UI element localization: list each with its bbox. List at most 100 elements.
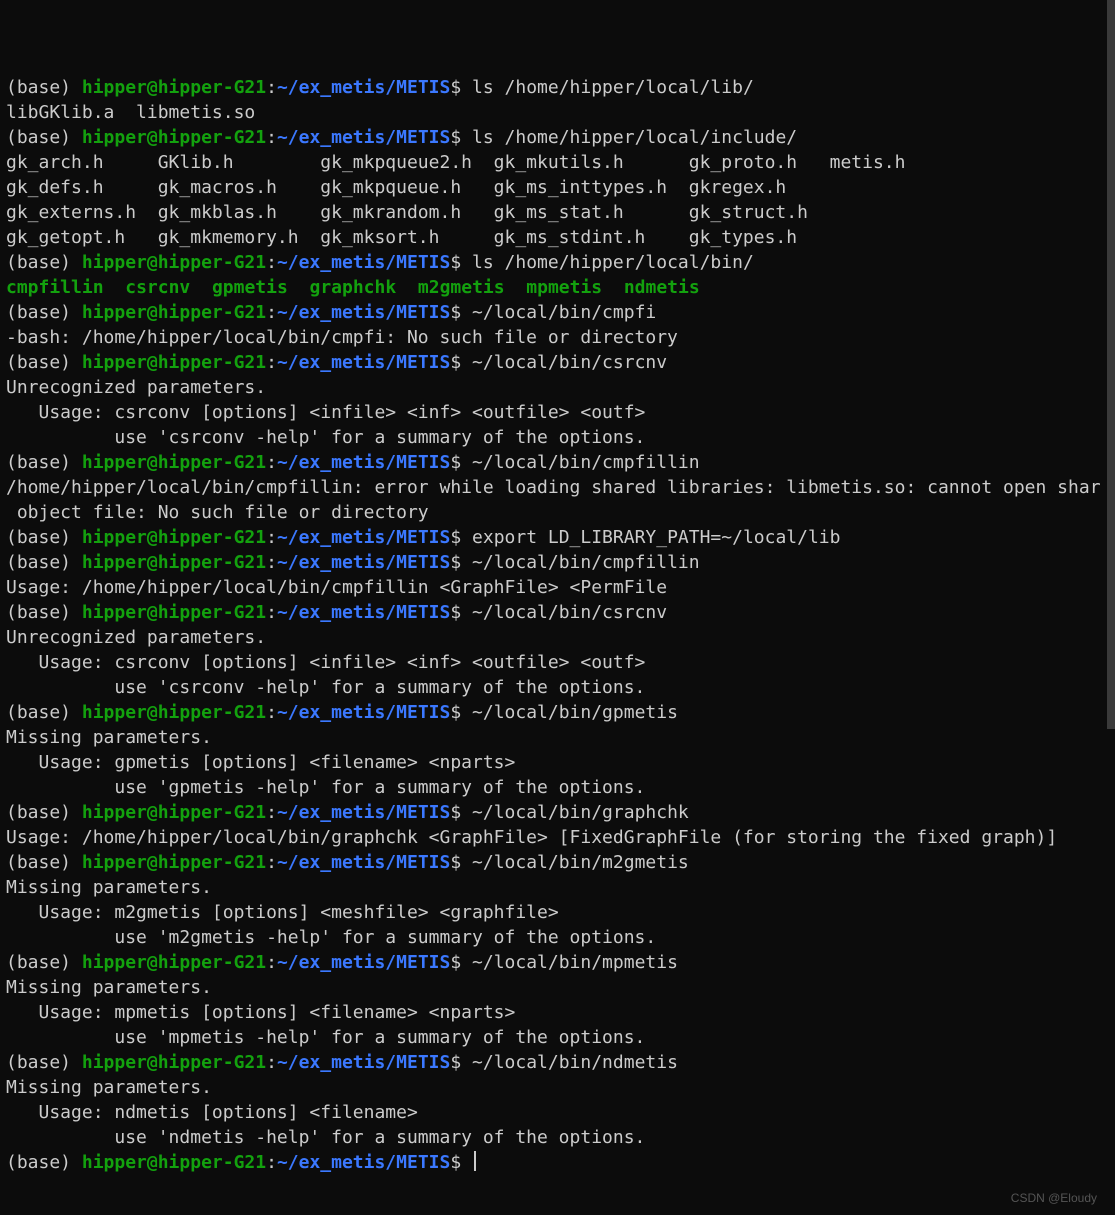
terminal-line: Usage: ndmetis [options] <filename> <box>6 1100 1109 1125</box>
prompt-user: hipper@hipper-G21 <box>82 127 266 148</box>
terminal-line: (base) hipper@hipper-G21:~/ex_metis/METI… <box>6 850 1109 875</box>
command-text[interactable]: ~/local/bin/csrcnv <box>472 602 667 623</box>
output-text: Usage: mpmetis [options] <filename> <npa… <box>6 1002 515 1023</box>
command-text[interactable]: ~/local/bin/csrcnv <box>472 352 667 373</box>
prompt-env: (base) <box>6 552 82 573</box>
output-text: Unrecognized parameters. <box>6 627 266 648</box>
terminal-line: (base) hipper@hipper-G21:~/ex_metis/METI… <box>6 950 1109 975</box>
command-text[interactable]: ~/local/bin/graphchk <box>472 802 689 823</box>
prompt-cwd: ~/ex_metis/METIS <box>277 352 450 373</box>
watermark: CSDN @Eloudy <box>1011 1186 1097 1211</box>
output-text: Usage: /home/hipper/local/bin/cmpfillin … <box>6 577 667 598</box>
separator <box>602 277 624 298</box>
prompt-user: hipper@hipper-G21 <box>82 352 266 373</box>
terminal-line: Usage: csrconv [options] <infile> <inf> … <box>6 400 1109 425</box>
terminal-line: use 'm2gmetis -help' for a summary of th… <box>6 925 1109 950</box>
terminal-line: gk_defs.h gk_macros.h gk_mkpqueue.h gk_m… <box>6 175 1109 200</box>
executable-name: m2gmetis <box>418 277 505 298</box>
output-text: use 'csrconv -help' for a summary of the… <box>6 427 645 448</box>
prompt-user: hipper@hipper-G21 <box>82 702 266 723</box>
prompt-env: (base) <box>6 127 82 148</box>
executable-name: graphchk <box>310 277 397 298</box>
terminal-line: -bash: /home/hipper/local/bin/cmpfi: No … <box>6 325 1109 350</box>
prompt-dollar: $ <box>450 527 472 548</box>
prompt-cwd: ~/ex_metis/METIS <box>277 527 450 548</box>
output-text: gk_getopt.h gk_mkmemory.h gk_mksort.h gk… <box>6 227 797 248</box>
prompt-dollar: $ <box>450 452 472 473</box>
terminal-line: Usage: /home/hipper/local/bin/graphchk <… <box>6 825 1109 850</box>
output-text: -bash: /home/hipper/local/bin/cmpfi: No … <box>6 327 678 348</box>
terminal-line: (base) hipper@hipper-G21:~/ex_metis/METI… <box>6 250 1109 275</box>
prompt-dollar: $ <box>450 77 472 98</box>
executable-name: mpmetis <box>526 277 602 298</box>
command-text[interactable]: ls /home/hipper/local/include/ <box>472 127 797 148</box>
executable-name: ndmetis <box>624 277 700 298</box>
prompt-env: (base) <box>6 527 82 548</box>
prompt-cwd: ~/ex_metis/METIS <box>277 127 450 148</box>
prompt-dollar: $ <box>450 302 472 323</box>
output-text: use 'csrconv -help' for a summary of the… <box>6 677 645 698</box>
prompt-sep: : <box>266 552 277 573</box>
prompt-cwd: ~/ex_metis/METIS <box>277 852 450 873</box>
prompt-cwd: ~/ex_metis/METIS <box>277 252 450 273</box>
terminal-line: Usage: m2gmetis [options] <meshfile> <gr… <box>6 900 1109 925</box>
command-text[interactable]: ~/local/bin/m2gmetis <box>472 852 689 873</box>
terminal-line: (base) hipper@hipper-G21:~/ex_metis/METI… <box>6 700 1109 725</box>
prompt-cwd: ~/ex_metis/METIS <box>277 702 450 723</box>
prompt-cwd: ~/ex_metis/METIS <box>277 1152 450 1173</box>
prompt-user: hipper@hipper-G21 <box>82 552 266 573</box>
prompt-sep: : <box>266 852 277 873</box>
prompt-sep: : <box>266 802 277 823</box>
output-text: use 'ndmetis -help' for a summary of the… <box>6 1127 645 1148</box>
prompt-dollar: $ <box>450 352 472 373</box>
executable-name: gpmetis <box>212 277 288 298</box>
output-text: Unrecognized parameters. <box>6 377 266 398</box>
prompt-user: hipper@hipper-G21 <box>82 602 266 623</box>
terminal-line: Unrecognized parameters. <box>6 625 1109 650</box>
prompt-sep: : <box>266 252 277 273</box>
prompt-dollar: $ <box>450 802 472 823</box>
terminal-line: use 'csrconv -help' for a summary of the… <box>6 675 1109 700</box>
command-text[interactable]: ~/local/bin/cmpfillin <box>472 552 700 573</box>
output-text: object file: No such file or directory <box>6 502 429 523</box>
prompt-cwd: ~/ex_metis/METIS <box>277 802 450 823</box>
prompt-sep: : <box>266 1152 277 1173</box>
prompt-dollar: $ <box>450 1052 472 1073</box>
command-text[interactable]: ls /home/hipper/local/bin/ <box>472 252 754 273</box>
output-text: Usage: csrconv [options] <infile> <inf> … <box>6 402 645 423</box>
terminal-line: use 'ndmetis -help' for a summary of the… <box>6 1125 1109 1150</box>
prompt-env: (base) <box>6 1052 82 1073</box>
prompt-cwd: ~/ex_metis/METIS <box>277 952 450 973</box>
command-text[interactable]: ~/local/bin/ndmetis <box>472 1052 678 1073</box>
output-text: Usage: m2gmetis [options] <meshfile> <gr… <box>6 902 559 923</box>
command-text[interactable]: ~/local/bin/gpmetis <box>472 702 678 723</box>
scrollbar-thumb[interactable] <box>1107 0 1115 729</box>
separator <box>505 277 527 298</box>
prompt-sep: : <box>266 527 277 548</box>
terminal-window[interactable]: CSDN @Eloudy (base) hipper@hipper-G21:~/… <box>0 0 1115 1215</box>
command-text[interactable]: export LD_LIBRARY_PATH=~/local/lib <box>472 527 840 548</box>
scrollbar[interactable] <box>1101 0 1115 1215</box>
terminal-line: (base) hipper@hipper-G21:~/ex_metis/METI… <box>6 550 1109 575</box>
prompt-user: hipper@hipper-G21 <box>82 852 266 873</box>
terminal-line: libGKlib.a libmetis.so <box>6 100 1109 125</box>
command-text[interactable]: ~/local/bin/cmpfi <box>472 302 656 323</box>
terminal-line: (base) hipper@hipper-G21:~/ex_metis/METI… <box>6 1050 1109 1075</box>
terminal-line: Unrecognized parameters. <box>6 375 1109 400</box>
command-text[interactable]: ls /home/hipper/local/lib/ <box>472 77 754 98</box>
terminal-line: (base) hipper@hipper-G21:~/ex_metis/METI… <box>6 1150 1109 1175</box>
output-text: Missing parameters. <box>6 877 212 898</box>
command-text[interactable]: ~/local/bin/mpmetis <box>472 952 678 973</box>
output-text: Missing parameters. <box>6 727 212 748</box>
prompt-user: hipper@hipper-G21 <box>82 802 266 823</box>
terminal-line: Missing parameters. <box>6 725 1109 750</box>
command-text[interactable]: ~/local/bin/cmpfillin <box>472 452 700 473</box>
terminal-line: (base) hipper@hipper-G21:~/ex_metis/METI… <box>6 300 1109 325</box>
prompt-user: hipper@hipper-G21 <box>82 1052 266 1073</box>
terminal-line: use 'csrconv -help' for a summary of the… <box>6 425 1109 450</box>
prompt-dollar: $ <box>450 852 472 873</box>
executable-name: csrcnv <box>125 277 190 298</box>
terminal-line: (base) hipper@hipper-G21:~/ex_metis/METI… <box>6 75 1109 100</box>
terminal-line: (base) hipper@hipper-G21:~/ex_metis/METI… <box>6 600 1109 625</box>
terminal-line: use 'gpmetis -help' for a summary of the… <box>6 775 1109 800</box>
